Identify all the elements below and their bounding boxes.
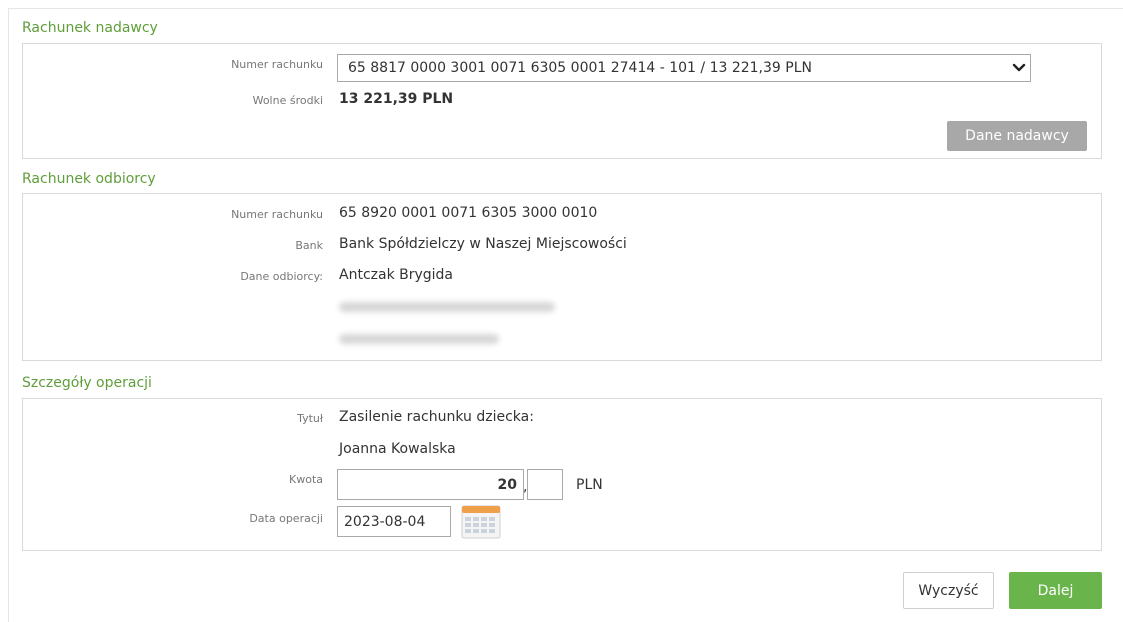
recipient-name-value: Antczak Brygida [339,267,454,283]
sender-panel: Numer rachunku 65 8817 0000 3001 0071 63… [22,43,1102,159]
sender-details-button[interactable]: Dane nadawcy [947,121,1087,151]
recipient-section-title: Rachunek odbiorcy [22,171,156,187]
operation-title-line1: Zasilenie rachunku dziecka: [339,409,534,425]
sender-section-title: Rachunek nadawcy [22,20,158,36]
amount-whole-input[interactable]: 20 [337,469,524,500]
clear-button[interactable]: Wyczyść [903,572,994,609]
operation-title-label: Tytuł [297,412,323,425]
recipient-panel: Numer rachunku 65 8920 0001 0071 6305 30… [22,193,1102,361]
amount-label: Kwota [289,473,323,486]
operation-title-line2: Joanna Kowalska [339,441,456,457]
recipient-account-value: 65 8920 0001 0071 6305 3000 0010 [339,205,598,221]
recipient-account-label: Numer rachunku [231,208,323,221]
sender-account-value: 65 8817 0000 3001 0071 6305 0001 27414 -… [348,60,812,76]
operation-section-title: Szczegóły operacji [22,375,152,391]
date-label: Data operacji [249,512,323,525]
chevron-down-icon [1008,63,1030,73]
recipient-data-label: Dane odbiorcy: [240,270,323,283]
sender-account-label: Numer rachunku [231,58,323,71]
recipient-city-redacted [339,334,499,344]
sender-funds-value: 13 221,39 PLN [339,91,454,107]
frame-left-border [8,8,9,622]
sender-funds-label: Wolne środki [252,94,323,107]
calendar-icon[interactable] [461,505,501,539]
recipient-address-redacted [339,302,555,312]
sender-account-select[interactable]: 65 8817 0000 3001 0071 6305 0001 27414 -… [337,54,1031,82]
recipient-bank-label: Bank [295,239,323,252]
operation-panel: Tytuł Zasilenie rachunku dziecka: Joanna… [22,398,1102,551]
recipient-bank-value: Bank Spółdzielczy w Naszej Miejscowości [339,236,627,252]
frame-top-border [8,8,1123,9]
date-input[interactable]: 2023-08-04 [337,506,451,537]
next-button[interactable]: Dalej [1009,572,1102,609]
currency-label: PLN [576,477,603,493]
amount-cents-input[interactable] [527,469,563,500]
